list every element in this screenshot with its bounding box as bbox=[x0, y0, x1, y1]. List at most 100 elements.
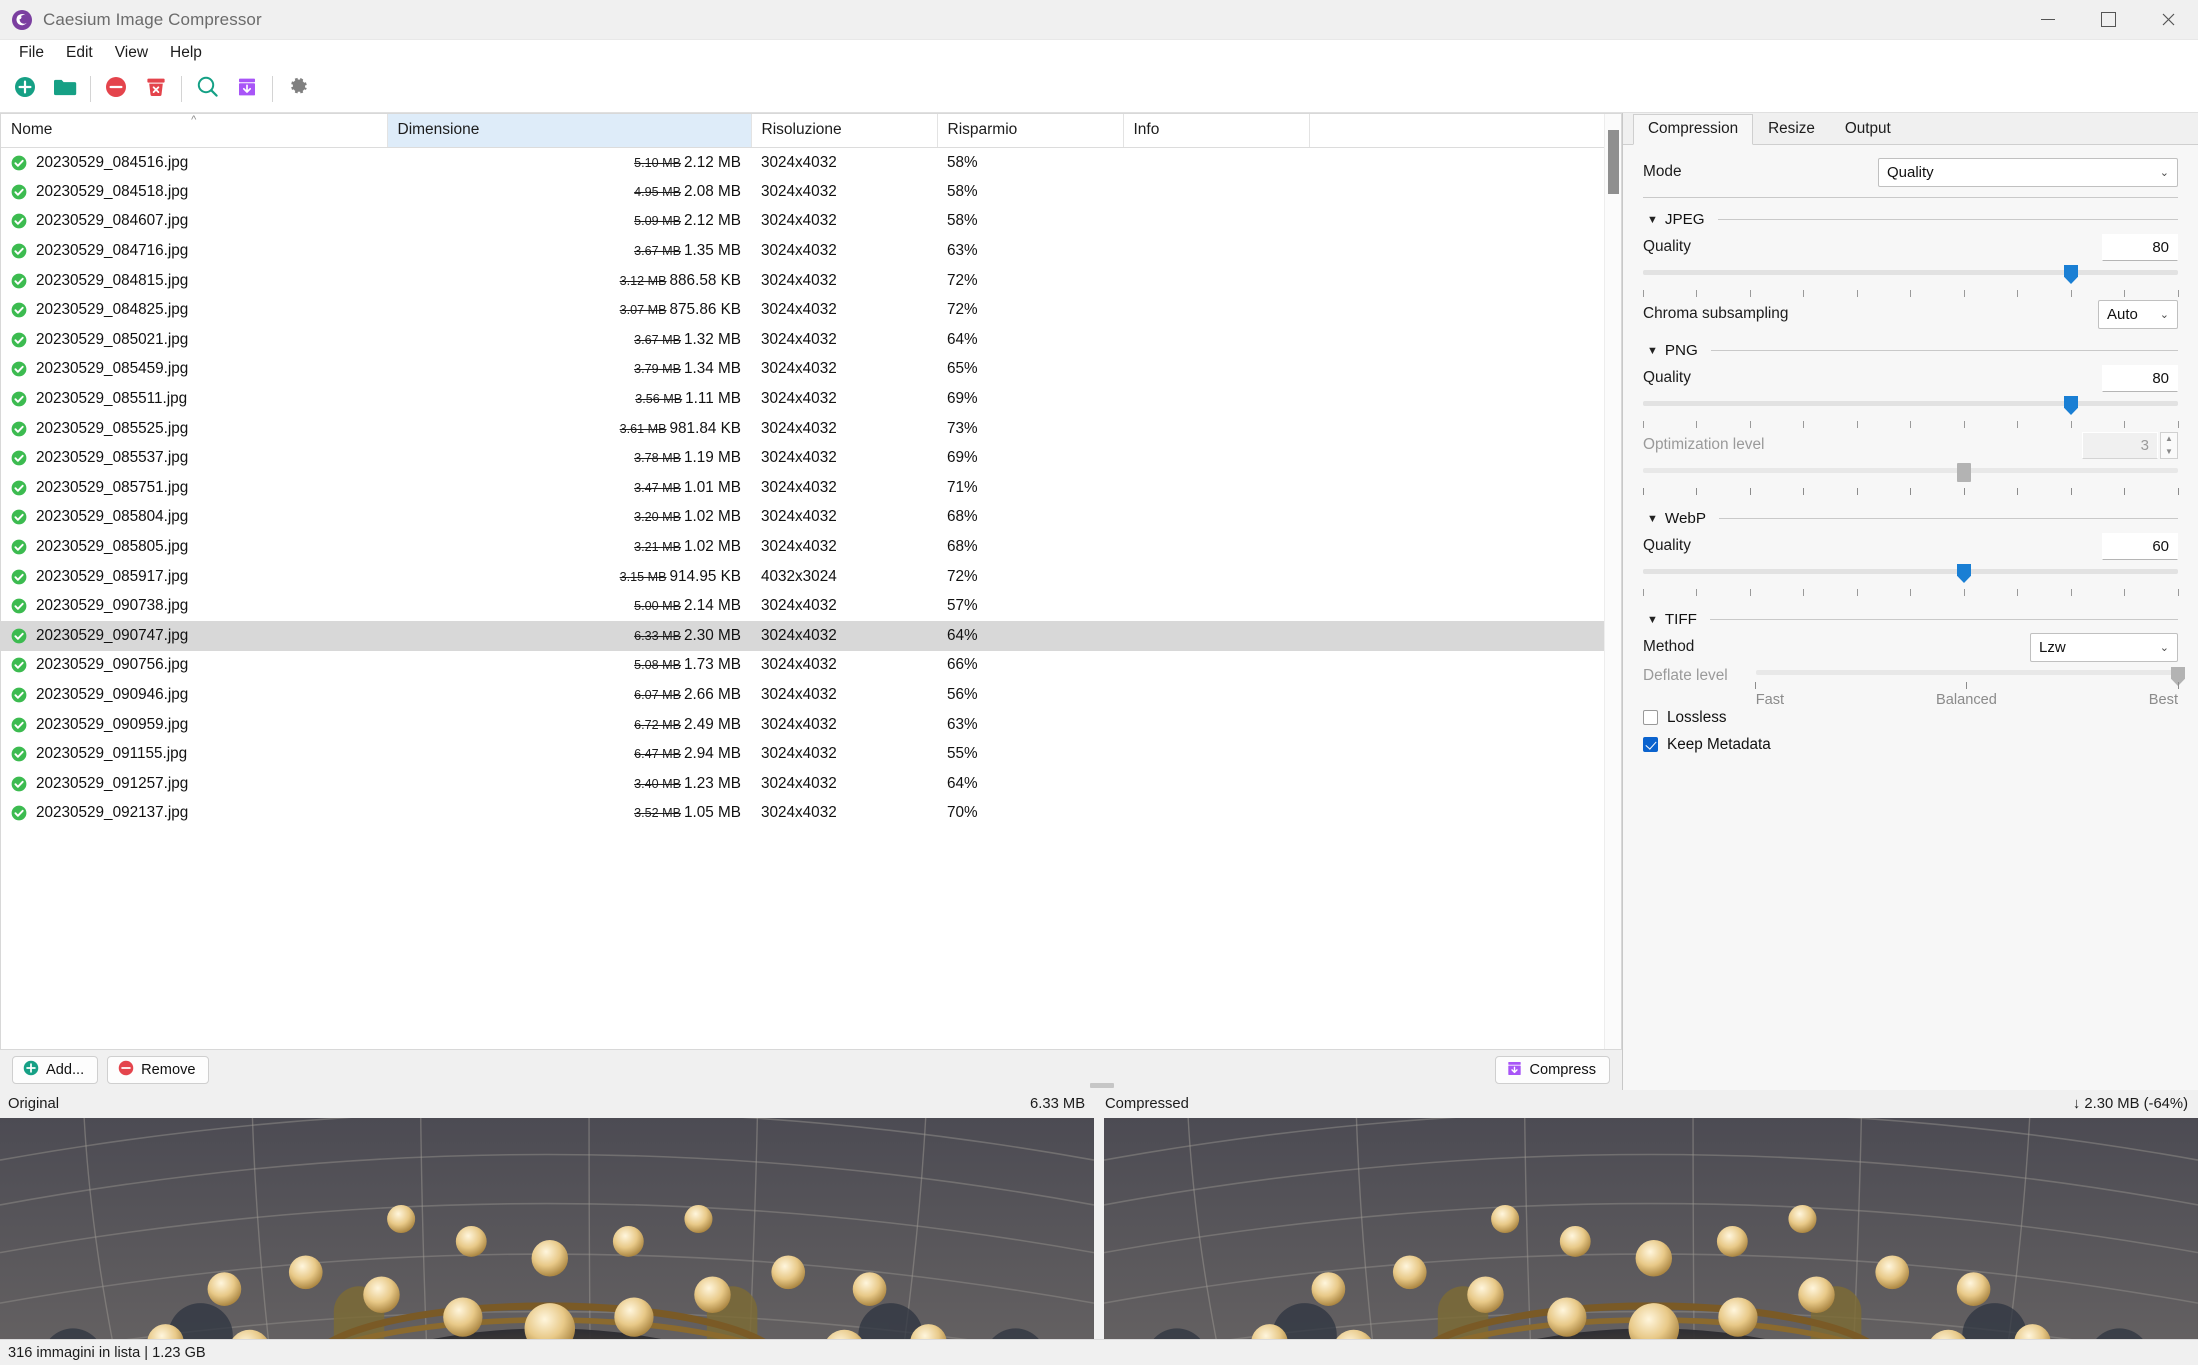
tab-output[interactable]: Output bbox=[1830, 114, 1906, 144]
add-button[interactable]: Add... bbox=[12, 1056, 99, 1085]
slider-tick bbox=[1963, 290, 1965, 297]
cell-name: 20230529_090959.jpg bbox=[1, 710, 387, 740]
webp-quality-input[interactable]: 60 bbox=[2102, 532, 2178, 560]
png-section-header[interactable]: ▼ PNG bbox=[1647, 342, 2178, 359]
png-optimization-slider[interactable] bbox=[1643, 462, 2178, 488]
cell-size: 3.61 MB 981.84 KB bbox=[387, 414, 751, 444]
table-row[interactable]: 20230529_085511.jpg 3.56 MB 1.11 MB 3024x40… bbox=[1, 384, 1621, 414]
cell-saving: 63% bbox=[947, 242, 978, 260]
webp-quality-slider[interactable] bbox=[1643, 563, 2178, 589]
preview-compressed-image[interactable] bbox=[1104, 1118, 2198, 1339]
preview-original-image[interactable] bbox=[0, 1118, 1094, 1339]
table-row[interactable]: 20230529_084607.jpg 5.09 MB 2.12 MB 3024x40… bbox=[1, 207, 1621, 237]
cell-filler bbox=[1309, 325, 1621, 355]
column-header-label: Nome bbox=[11, 121, 53, 138]
table-row[interactable]: 20230529_092137.jpg 3.52 MB 1.05 MB 3024x40… bbox=[1, 799, 1621, 829]
table-row[interactable]: 20230529_085805.jpg 3.21 MB 1.02 MB 3024x40… bbox=[1, 532, 1621, 562]
column-header-risparmio[interactable]: Risparmio bbox=[937, 114, 1124, 148]
stepper-down-icon[interactable]: ▼ bbox=[2161, 445, 2177, 458]
table-row[interactable]: 20230529_084825.jpg 3.07 MB 875.86 KB 3024x… bbox=[1, 295, 1621, 325]
table-row[interactable]: 20230529_085459.jpg 3.79 MB 1.34 MB 3024x40… bbox=[1, 355, 1621, 385]
lossless-checkbox-row[interactable]: Lossless bbox=[1643, 704, 2178, 731]
slider-handle[interactable] bbox=[2064, 265, 2078, 284]
menu-item-view[interactable]: View bbox=[104, 41, 159, 65]
tiff-method-select[interactable]: Lzw ⌄ bbox=[2030, 632, 2178, 662]
table-row[interactable]: 20230529_090959.jpg 6.72 MB 2.49 MB 3024x40… bbox=[1, 710, 1621, 740]
table-row[interactable]: 20230529_085751.jpg 3.47 MB 1.01 MB 3024x40… bbox=[1, 473, 1621, 503]
png-quality-input[interactable]: 80 bbox=[2102, 364, 2178, 392]
slider-tick bbox=[1749, 421, 1751, 428]
original-size: 3.67 MB bbox=[634, 244, 682, 259]
divider bbox=[1643, 197, 2178, 198]
mode-select[interactable]: Quality ⌄ bbox=[1878, 157, 2178, 187]
tab-compression[interactable]: Compression bbox=[1633, 114, 1754, 145]
minimize-icon[interactable] bbox=[2018, 0, 2078, 39]
jpeg-quality-slider[interactable] bbox=[1643, 264, 2178, 290]
jpeg-section-header[interactable]: ▼ JPEG bbox=[1647, 211, 2178, 228]
lossless-checkbox[interactable] bbox=[1643, 710, 1658, 725]
chandelier-photo-compressed bbox=[1104, 1118, 2198, 1339]
add-files-button[interactable] bbox=[5, 69, 45, 109]
table-row[interactable]: 20230529_090738.jpg 5.00 MB 2.14 MB 3024x40… bbox=[1, 591, 1621, 621]
scrollbar-thumb[interactable] bbox=[1608, 130, 1619, 194]
slider-handle[interactable] bbox=[1957, 564, 1971, 583]
keep-metadata-checkbox-row[interactable]: Keep Metadata bbox=[1643, 731, 2178, 758]
chroma-label: Chroma subsampling bbox=[1643, 305, 1789, 322]
column-header-nome[interactable]: ^ Nome bbox=[1, 114, 388, 148]
png-optimization-value[interactable]: 3 bbox=[2082, 431, 2158, 459]
stepper-buttons[interactable]: ▲ ▼ bbox=[2160, 431, 2178, 459]
compress-toolbar-button[interactable] bbox=[227, 69, 267, 109]
remove-selected-button[interactable]: Remove bbox=[107, 1056, 210, 1085]
menu-item-file[interactable]: File bbox=[8, 41, 55, 65]
table-row[interactable]: 20230529_084815.jpg 3.12 MB 886.58 KB 3024x… bbox=[1, 266, 1621, 296]
table-row[interactable]: 20230529_084518.jpg 4.95 MB 2.08 MB 3024x40… bbox=[1, 177, 1621, 207]
settings-panel: Compression Resize Output Mode Quality ⌄ bbox=[1622, 113, 2198, 1091]
tiff-section-header[interactable]: ▼ TIFF bbox=[1647, 611, 2178, 628]
file-table: ^ Nome Dimensione Risoluzione Risparmio bbox=[1, 114, 1621, 828]
table-row[interactable]: 20230529_084716.jpg 3.67 MB 1.35 MB 3024x40… bbox=[1, 236, 1621, 266]
table-row[interactable]: 20230529_085537.jpg 3.78 MB 1.19 MB 3024x40… bbox=[1, 443, 1621, 473]
table-row[interactable]: 20230529_091155.jpg 6.47 MB 2.94 MB 3024x40… bbox=[1, 739, 1621, 769]
settings-button[interactable] bbox=[278, 69, 318, 109]
table-row[interactable]: 20230529_090946.jpg 6.07 MB 2.66 MB 3024x40… bbox=[1, 680, 1621, 710]
keep-metadata-checkbox[interactable] bbox=[1643, 737, 1658, 752]
column-header-info[interactable]: Info bbox=[1123, 114, 1310, 148]
menu-item-help[interactable]: Help bbox=[159, 41, 213, 65]
chroma-select[interactable]: Auto ⌄ bbox=[2098, 299, 2178, 329]
webp-section-header[interactable]: ▼ WebP bbox=[1647, 510, 2178, 527]
tiff-deflate-slider[interactable] bbox=[1755, 666, 2185, 686]
clear-list-button[interactable] bbox=[136, 69, 176, 109]
file-list-scrollbar[interactable] bbox=[1604, 114, 1621, 1050]
slider-handle[interactable] bbox=[1957, 463, 1971, 482]
compress-button[interactable]: Compress bbox=[1494, 1056, 1610, 1085]
column-header-label: Info bbox=[1133, 121, 1160, 138]
tab-resize[interactable]: Resize bbox=[1753, 114, 1830, 144]
column-header-risoluzione[interactable]: Risoluzione bbox=[751, 114, 938, 148]
splitter-grip[interactable] bbox=[1090, 1083, 1114, 1089]
table-row[interactable]: 20230529_084516.jpg 5.10 MB 2.12 MB 3024x40… bbox=[1, 148, 1621, 178]
add-folder-button[interactable] bbox=[45, 69, 85, 109]
png-quality-slider[interactable] bbox=[1643, 395, 2178, 421]
png-optimization-stepper[interactable]: 3 ▲ ▼ bbox=[2082, 431, 2178, 459]
slider-tick bbox=[1963, 421, 1965, 428]
stepper-up-icon[interactable]: ▲ bbox=[2161, 433, 2177, 446]
remove-button[interactable] bbox=[96, 69, 136, 109]
jpeg-quality-input[interactable]: 80 bbox=[2102, 233, 2178, 261]
table-row[interactable]: 20230529_085021.jpg 3.67 MB 1.32 MB 3024x40… bbox=[1, 325, 1621, 355]
table-row[interactable]: 20230529_085917.jpg 3.15 MB 914.95 KB 4032x… bbox=[1, 562, 1621, 592]
maximize-icon[interactable] bbox=[2078, 0, 2138, 39]
jpeg-quality-row: Quality 80 bbox=[1643, 232, 2178, 262]
cell-resolution: 3024x4032 bbox=[761, 360, 837, 378]
table-row[interactable]: 20230529_085804.jpg 3.20 MB 1.02 MB 3024x40… bbox=[1, 503, 1621, 533]
cell-info bbox=[1123, 414, 1309, 444]
column-header-dimensione[interactable]: Dimensione bbox=[387, 114, 752, 148]
close-icon[interactable] bbox=[2138, 0, 2198, 39]
preview-button[interactable] bbox=[187, 69, 227, 109]
table-row[interactable]: 20230529_091257.jpg 3.40 MB 1.23 MB 3024x40… bbox=[1, 769, 1621, 799]
table-row[interactable]: 20230529_085525.jpg 3.61 MB 981.84 KB 3024x… bbox=[1, 414, 1621, 444]
cell-filler bbox=[1309, 177, 1621, 207]
table-row[interactable]: 20230529_090756.jpg 5.08 MB 1.73 MB 3024x40… bbox=[1, 651, 1621, 681]
menu-item-edit[interactable]: Edit bbox=[55, 41, 104, 65]
table-row[interactable]: 20230529_090747.jpg 6.33 MB 2.30 MB 3024x40… bbox=[1, 621, 1621, 651]
slider-handle[interactable] bbox=[2064, 396, 2078, 415]
